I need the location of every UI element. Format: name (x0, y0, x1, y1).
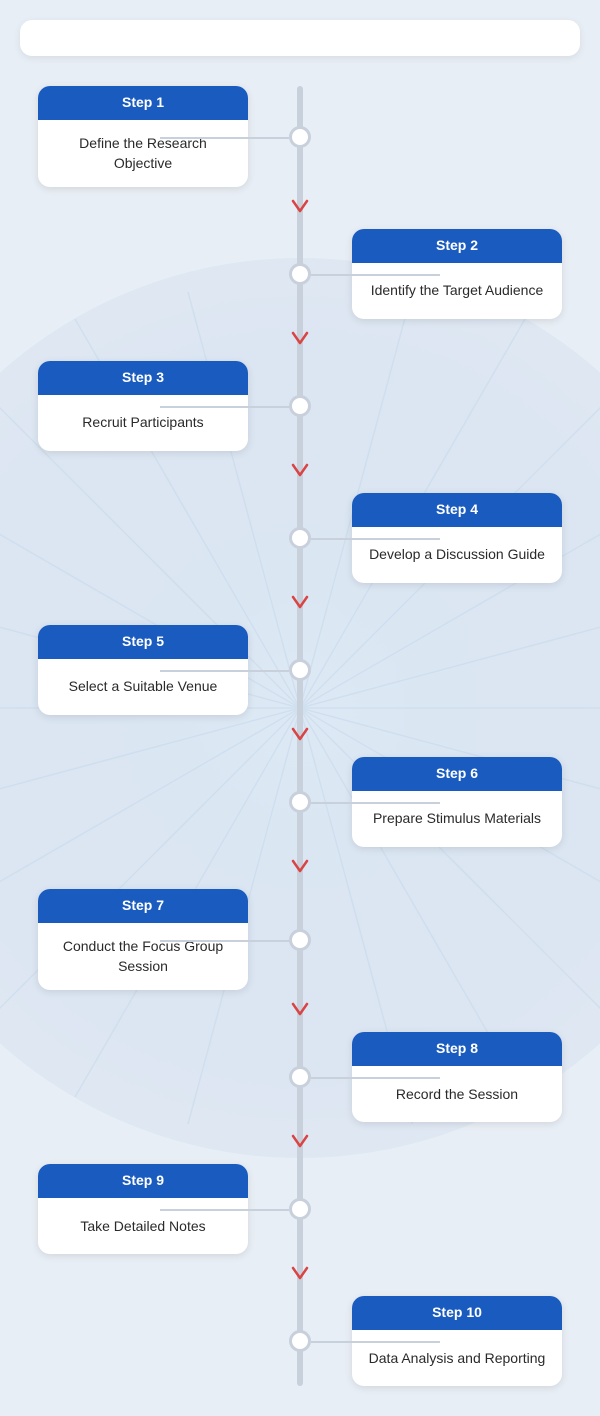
step-body-3: Recruit Participants (38, 395, 248, 451)
step-row-6: Step 6 Prepare Stimulus Materials (20, 757, 580, 847)
title-box (20, 20, 580, 56)
step-label-6: Step 6 (436, 765, 478, 781)
arrow-segment-5 (20, 715, 580, 757)
step-label-7: Step 7 (122, 897, 164, 913)
h-line-9 (160, 1209, 289, 1211)
h-line-2 (311, 274, 440, 276)
step-body-6: Prepare Stimulus Materials (352, 791, 562, 847)
connector-circle-6 (289, 791, 311, 813)
step-label-9: Step 9 (122, 1172, 164, 1188)
arrow-segment-6 (20, 847, 580, 889)
connector-circle-9 (289, 1198, 311, 1220)
step-label-4: Step 4 (436, 501, 478, 517)
arrow-segment-2 (20, 319, 580, 361)
step-row-4: Step 4 Develop a Discussion Guide (20, 493, 580, 583)
arrow-segment-3 (20, 451, 580, 493)
arrow-segment-7 (20, 990, 580, 1032)
h-line-3 (160, 406, 289, 408)
connector-circle-3 (289, 395, 311, 417)
arrow-segment-9 (20, 1254, 580, 1296)
step-row-7: Step 7 Conduct the Focus Group Session (20, 889, 580, 990)
connector-circle-7 (289, 929, 311, 951)
connector-circle-2 (289, 263, 311, 285)
h-line-4 (311, 538, 440, 540)
step-body-7: Conduct the Focus Group Session (38, 923, 248, 990)
h-line-10 (311, 1341, 440, 1343)
step-body-2: Identify the Target Audience (352, 263, 562, 319)
h-line-5 (160, 670, 289, 672)
arrow-down-8 (288, 1128, 312, 1156)
step-row-10: Step 10 Data Analysis and Reporting (20, 1296, 580, 1386)
step-row-9: Step 9 Take Detailed Notes (20, 1164, 580, 1254)
step-body-10: Data Analysis and Reporting (352, 1330, 562, 1386)
arrow-down-2 (288, 325, 312, 353)
step-body-8: Record the Session (352, 1066, 562, 1122)
connector-circle-8 (289, 1066, 311, 1088)
step-label-1: Step 1 (122, 94, 164, 110)
arrow-segment-1 (20, 187, 580, 229)
arrow-down-5 (288, 721, 312, 749)
arrow-down-6 (288, 853, 312, 881)
arrow-down-3 (288, 457, 312, 485)
step-body-1: Define the Research Objective (38, 120, 248, 187)
connector-circle-4 (289, 527, 311, 549)
step-row-8: Step 8 Record the Session (20, 1032, 580, 1122)
h-line-1 (160, 137, 289, 139)
arrow-down-1 (288, 193, 312, 221)
arrow-down-7 (288, 996, 312, 1024)
arrow-down-9 (288, 1260, 312, 1288)
h-line-7 (160, 940, 289, 942)
connector-circle-5 (289, 659, 311, 681)
step-label-2: Step 2 (436, 237, 478, 253)
step-label-8: Step 8 (436, 1040, 478, 1056)
h-line-8 (311, 1077, 440, 1079)
step-body-9: Take Detailed Notes (38, 1198, 248, 1254)
step-row-3: Step 3 Recruit Participants (20, 361, 580, 451)
step-body-5: Select a Suitable Venue (38, 659, 248, 715)
connector-circle-1 (289, 126, 311, 148)
step-row-2: Step 2 Identify the Target Audience (20, 229, 580, 319)
step-body-4: Develop a Discussion Guide (352, 527, 562, 583)
flow-container: Step 1 Define the Research Objective Step… (20, 86, 580, 1386)
arrow-down-4 (288, 589, 312, 617)
connector-circle-10 (289, 1330, 311, 1352)
arrow-segment-4 (20, 583, 580, 625)
step-row-5: Step 5 Select a Suitable Venue (20, 625, 580, 715)
arrow-segment-8 (20, 1122, 580, 1164)
h-line-6 (311, 802, 440, 804)
step-label-10: Step 10 (432, 1304, 482, 1320)
step-label-3: Step 3 (122, 369, 164, 385)
step-row-1: Step 1 Define the Research Objective (20, 86, 580, 187)
step-label-5: Step 5 (122, 633, 164, 649)
